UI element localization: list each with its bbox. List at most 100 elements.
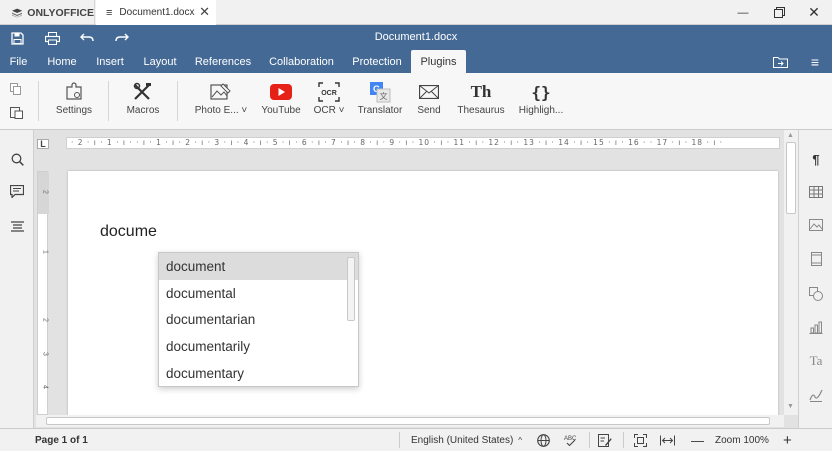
app-brand[interactable]: ONLYOFFICE (0, 0, 95, 25)
menu-plugins[interactable]: Plugins (411, 50, 466, 73)
track-changes-button[interactable] (598, 429, 612, 451)
zoom-in-button[interactable]: + (783, 429, 792, 451)
language-selector[interactable]: English (United States) ^ (411, 429, 522, 451)
paste-icon (10, 107, 23, 119)
globe-icon (537, 433, 550, 447)
autocomplete-scrollbar[interactable] (347, 257, 355, 321)
vertical-scrollbar[interactable]: ▲ ▼ (784, 130, 798, 415)
autocomplete-item[interactable]: documentarian (159, 306, 358, 333)
send-label: Send (417, 105, 441, 116)
ocr-button[interactable]: OCR OCR ˅ (311, 79, 347, 125)
highlight-code-label: Highligh... (518, 105, 564, 116)
more-menu-button[interactable]: ≡ (806, 53, 824, 71)
fit-page-icon (634, 433, 647, 447)
window-title: Document1.docx (374, 31, 458, 43)
autocomplete-item[interactable]: documental (159, 280, 358, 307)
status-separator (399, 432, 400, 448)
title-tab-bar: ONLYOFFICE ≡ Document1.docx ✕ — ✕ (0, 0, 832, 25)
close-tab-icon[interactable]: ✕ (199, 4, 210, 20)
comment-icon (10, 184, 24, 198)
shape-settings-button[interactable] (807, 285, 825, 303)
signature-settings-button[interactable] (807, 386, 825, 404)
autocomplete-item[interactable]: documentarily (159, 333, 358, 360)
vertical-ruler[interactable]: 2 1 2 3 4 (37, 171, 49, 415)
autocomplete-item[interactable]: documentary (159, 360, 358, 387)
navigation-button[interactable] (8, 217, 26, 235)
table-icon (809, 186, 823, 198)
horizontal-ruler[interactable]: · 2 · ı · 1 · ı · · ı · 1 · ı · 2 · ı · … (66, 137, 780, 149)
tools-icon (133, 82, 151, 100)
toolbar-separator (177, 81, 178, 121)
copy-button[interactable] (10, 83, 22, 98)
menu-home[interactable]: Home (40, 50, 84, 73)
status-separator (589, 432, 590, 448)
document-text[interactable]: docume (100, 223, 157, 241)
macros-button[interactable]: Macros (121, 79, 165, 125)
folder-arrow-icon (772, 57, 788, 68)
text-art-icon: Ta (809, 353, 823, 368)
menu-insert[interactable]: Insert (88, 50, 132, 73)
document-tab[interactable]: ≡ Document1.docx ✕ (96, 0, 216, 25)
youtube-button[interactable]: YouTube (259, 79, 303, 125)
svg-text:ABC: ABC (564, 436, 577, 442)
text-art-settings-button[interactable]: Ta (807, 352, 825, 370)
svg-text:OCR: OCR (321, 90, 337, 97)
horizontal-scroll-thumb[interactable] (46, 417, 770, 425)
menu-lines-icon: ≡ (106, 6, 113, 19)
zoom-level[interactable]: Zoom 100% (715, 429, 769, 451)
image-settings-button[interactable] (807, 216, 825, 234)
signature-icon (809, 389, 823, 402)
translator-button[interactable]: G文 Translator (355, 79, 405, 125)
svg-text:3: 3 (42, 352, 49, 356)
menu-references[interactable]: References (188, 50, 258, 73)
close-window-button[interactable]: ✕ (796, 0, 832, 25)
highlight-code-button[interactable]: {} Highligh... (515, 79, 567, 125)
photo-editor-icon (210, 83, 231, 100)
minimize-button[interactable]: — (725, 0, 761, 25)
horizontal-scrollbar[interactable] (36, 415, 784, 427)
puzzle-gear-icon (66, 82, 82, 100)
scroll-down-arrow[interactable]: ▼ (787, 403, 794, 410)
toolbar-separator (108, 81, 109, 121)
send-button[interactable]: Send (412, 79, 446, 125)
language-label: English (United States) (411, 434, 514, 446)
menu-layout[interactable]: Layout (137, 50, 183, 73)
vertical-scroll-thumb[interactable] (786, 142, 796, 214)
autocomplete-dropdown: document documental documentarian docume… (158, 252, 359, 387)
fit-to-page-button[interactable] (634, 429, 647, 451)
youtube-icon (270, 84, 292, 100)
photo-editor-button[interactable]: Photo E... ˅ (190, 79, 252, 125)
table-settings-button[interactable] (807, 183, 825, 201)
svg-text:2: 2 (42, 190, 49, 194)
chart-settings-button[interactable] (807, 318, 825, 336)
photo-editor-label: Photo E... ˅ (194, 105, 248, 116)
curly-braces-icon: {} (531, 82, 551, 102)
paragraph-settings-button[interactable]: ¶ (807, 150, 825, 168)
ocr-icon: OCR (318, 82, 340, 102)
document-tab-label: Document1.docx (119, 7, 195, 18)
spell-check-button[interactable]: ABC (564, 429, 578, 451)
headings-icon (10, 220, 24, 232)
open-file-location-button[interactable] (771, 53, 789, 71)
comments-button[interactable] (8, 182, 26, 200)
header-footer-settings-button[interactable] (807, 250, 825, 268)
tab-stop-selector[interactable]: L (37, 139, 49, 149)
menu-protection[interactable]: Protection (346, 50, 408, 73)
settings-button[interactable]: Settings (52, 79, 96, 125)
scroll-up-arrow[interactable]: ▲ (787, 132, 794, 139)
fit-width-icon (660, 435, 675, 445)
fit-to-width-button[interactable] (660, 429, 675, 451)
search-button[interactable] (8, 150, 26, 168)
zoom-out-button[interactable]: — (691, 429, 704, 451)
document-language-button[interactable] (537, 429, 550, 451)
search-icon (11, 153, 24, 166)
menu-collaboration[interactable]: Collaboration (263, 50, 340, 73)
translator-icon: G文 (370, 82, 391, 103)
youtube-label: YouTube (261, 105, 301, 116)
autocomplete-item[interactable]: document (159, 253, 358, 280)
restore-button[interactable] (761, 0, 797, 25)
paste-button[interactable] (10, 106, 23, 122)
thesaurus-button[interactable]: Th Thesaurus (455, 79, 507, 125)
macros-label: Macros (126, 105, 160, 116)
menu-file[interactable]: File (0, 50, 37, 73)
